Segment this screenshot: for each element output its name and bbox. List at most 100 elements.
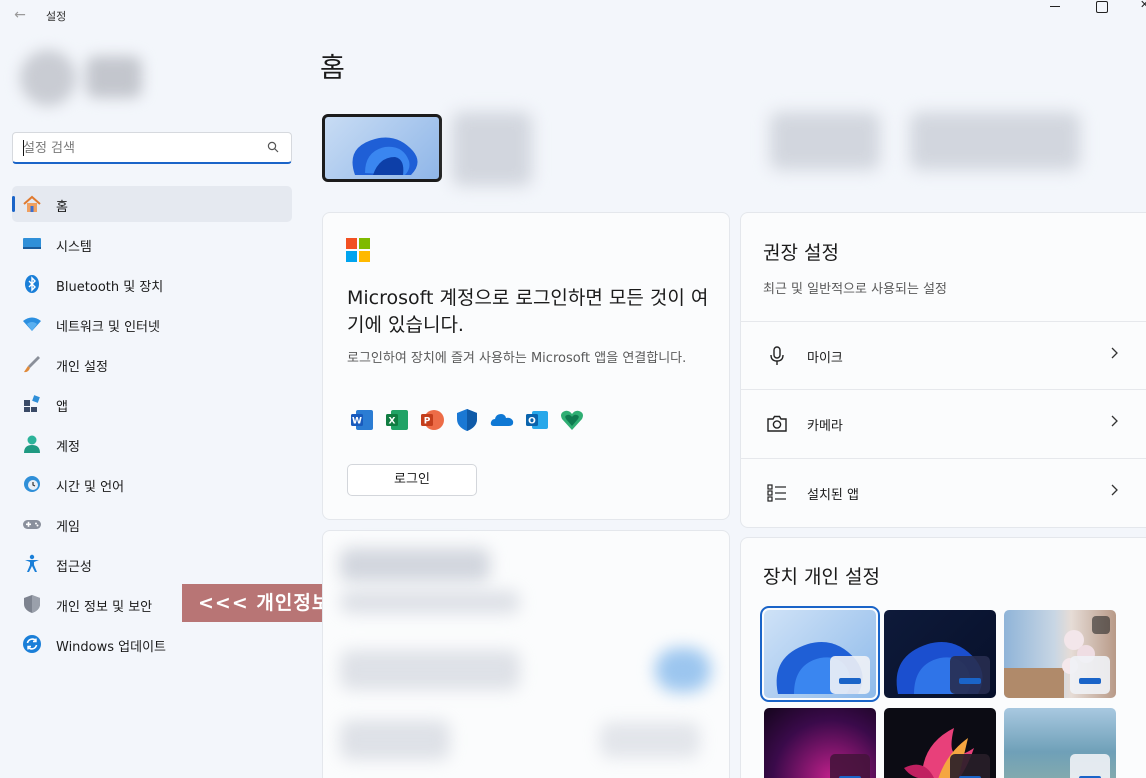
wallpaper-option-spotlight[interactable] bbox=[1004, 610, 1116, 698]
powerpoint-icon: P bbox=[420, 408, 444, 432]
login-button[interactable]: 로그인 bbox=[347, 464, 477, 496]
chevron-right-icon bbox=[1111, 415, 1118, 427]
taskbar-preview bbox=[830, 656, 870, 694]
camera-icon bbox=[767, 415, 787, 432]
blurred-content bbox=[600, 722, 700, 758]
chevron-right-icon bbox=[1111, 484, 1118, 496]
sidebar-item-system[interactable]: 시스템 bbox=[12, 226, 292, 262]
wallpaper-option-flow[interactable] bbox=[1004, 708, 1116, 778]
wallpaper-option-glow[interactable] bbox=[764, 708, 876, 778]
onedrive-icon bbox=[490, 408, 514, 432]
bloom-wallpaper-icon bbox=[352, 137, 418, 175]
blurred-content bbox=[655, 648, 711, 692]
svg-text:X: X bbox=[389, 417, 396, 427]
family-icon bbox=[560, 408, 584, 432]
excel-icon: X bbox=[385, 408, 409, 432]
recommended-item-label: 마이크 bbox=[807, 351, 843, 366]
recommended-item-label: 카메라 bbox=[807, 419, 843, 434]
sidebar-item-label: 네트워크 및 인터넷 bbox=[56, 320, 160, 335]
app-title: 설정 bbox=[46, 10, 67, 23]
defender-icon bbox=[455, 408, 479, 432]
word-icon: W bbox=[350, 408, 374, 432]
sidebar-item-label: 접근성 bbox=[56, 560, 92, 575]
taskbar-preview bbox=[950, 656, 990, 694]
signin-card-description: 로그인하여 장치에 즐겨 사용하는 Microsoft 앱을 연결합니다. bbox=[347, 351, 687, 366]
blurred-content bbox=[340, 650, 520, 690]
taskbar-preview bbox=[830, 754, 870, 778]
outlook-icon: O bbox=[525, 408, 549, 432]
wallpaper-option-light-bloom[interactable] bbox=[760, 606, 880, 702]
svg-text:O: O bbox=[528, 417, 536, 427]
sidebar-item-label: 개인 정보 및 보안 bbox=[56, 600, 153, 615]
chevron-right-icon bbox=[1111, 347, 1118, 359]
taskbar-preview bbox=[1070, 656, 1110, 694]
maximize-button[interactable] bbox=[1078, 0, 1124, 20]
sidebar-item-label: 게임 bbox=[56, 520, 80, 535]
recommended-title: 권장 설정 bbox=[763, 242, 839, 264]
status-tile-blurred bbox=[770, 112, 880, 170]
title-bar: ← 설정 bbox=[0, 0, 1146, 32]
sidebar-item-accounts[interactable]: 계정 bbox=[12, 426, 292, 462]
accessibility-icon bbox=[25, 554, 39, 572]
home-icon bbox=[23, 195, 41, 212]
wifi-icon bbox=[23, 317, 41, 331]
device-thumbnail bbox=[322, 114, 442, 182]
user-name-blurred bbox=[86, 56, 142, 98]
status-tile-blurred bbox=[910, 112, 1080, 170]
device-name-blurred bbox=[452, 112, 532, 186]
blurred-content bbox=[340, 548, 490, 582]
avatar bbox=[20, 50, 76, 106]
signin-card-title: Microsoft 계정으로 로그인하면 모든 것이 여기에 있습니다. bbox=[347, 287, 709, 336]
taskbar-preview bbox=[1070, 754, 1110, 778]
sidebar-item-bluetooth[interactable]: Bluetooth 및 장치 bbox=[12, 266, 292, 302]
recommended-item-camera[interactable]: 카메라 bbox=[740, 389, 1146, 457]
system-icon bbox=[23, 238, 41, 249]
recommended-item-installed-apps[interactable]: 설치된 앱 bbox=[740, 458, 1146, 526]
sidebar-item-time-language[interactable]: 시간 및 언어 bbox=[12, 466, 292, 502]
svg-text:P: P bbox=[424, 417, 431, 427]
account-icon bbox=[24, 435, 40, 453]
sidebar-item-label: Bluetooth 및 장치 bbox=[56, 280, 164, 295]
sidebar-item-accessibility[interactable]: 접근성 bbox=[12, 546, 292, 582]
wallpaper-option-dark-bloom[interactable] bbox=[884, 610, 996, 698]
blurred-content bbox=[340, 720, 450, 760]
sidebar-item-label: 홈 bbox=[56, 200, 68, 215]
sidebar-item-gaming[interactable]: 게임 bbox=[12, 506, 292, 542]
sidebar-item-label: 시스템 bbox=[56, 240, 92, 255]
brush-icon bbox=[24, 356, 40, 373]
device-personalization-title: 장치 개인 설정 bbox=[763, 566, 880, 588]
minimize-button[interactable] bbox=[1032, 0, 1078, 20]
blurred-content bbox=[340, 590, 520, 614]
sidebar-item-label: 시간 및 언어 bbox=[56, 480, 125, 495]
recommended-subtitle: 최근 및 일반적으로 사용되는 설정 bbox=[763, 282, 947, 297]
taskbar-preview bbox=[950, 754, 990, 778]
microsoft-logo-icon bbox=[346, 238, 370, 262]
sidebar-item-label: 앱 bbox=[56, 400, 68, 415]
recommended-item-microphone[interactable]: 마이크 bbox=[740, 321, 1146, 389]
text-caret bbox=[23, 140, 24, 156]
sidebar-item-network[interactable]: 네트워크 및 인터넷 bbox=[12, 306, 292, 342]
sidebar-item-personalization[interactable]: 개인 설정 bbox=[12, 346, 292, 382]
close-button[interactable] bbox=[1124, 0, 1146, 20]
sidebar-item-apps[interactable]: 앱 bbox=[12, 386, 292, 422]
spotlight-icon[interactable] bbox=[1092, 616, 1110, 634]
wallpaper-option-captured-motion[interactable] bbox=[884, 708, 996, 778]
svg-text:W: W bbox=[352, 417, 362, 427]
sidebar-item-windows-update[interactable]: Windows 업데이트 bbox=[12, 626, 292, 662]
search-box[interactable] bbox=[12, 132, 292, 164]
back-arrow-icon[interactable]: ← bbox=[10, 5, 30, 25]
sidebar-item-label: 개인 설정 bbox=[56, 360, 108, 375]
sidebar-item-label: 계정 bbox=[56, 440, 80, 455]
search-icon[interactable] bbox=[267, 141, 279, 153]
apps-icon bbox=[24, 395, 40, 412]
shield-icon bbox=[24, 595, 40, 613]
user-profile[interactable] bbox=[14, 40, 154, 114]
recommended-item-label: 설치된 앱 bbox=[807, 488, 859, 503]
sidebar-item-home[interactable]: 홈 bbox=[12, 186, 292, 222]
app-icons-row: W X P O bbox=[350, 408, 584, 432]
sidebar-item-label: Windows 업데이트 bbox=[56, 640, 167, 655]
update-icon bbox=[23, 635, 41, 653]
search-input[interactable] bbox=[23, 138, 253, 158]
gamepad-icon bbox=[23, 520, 41, 529]
installed-apps-icon bbox=[767, 484, 786, 502]
